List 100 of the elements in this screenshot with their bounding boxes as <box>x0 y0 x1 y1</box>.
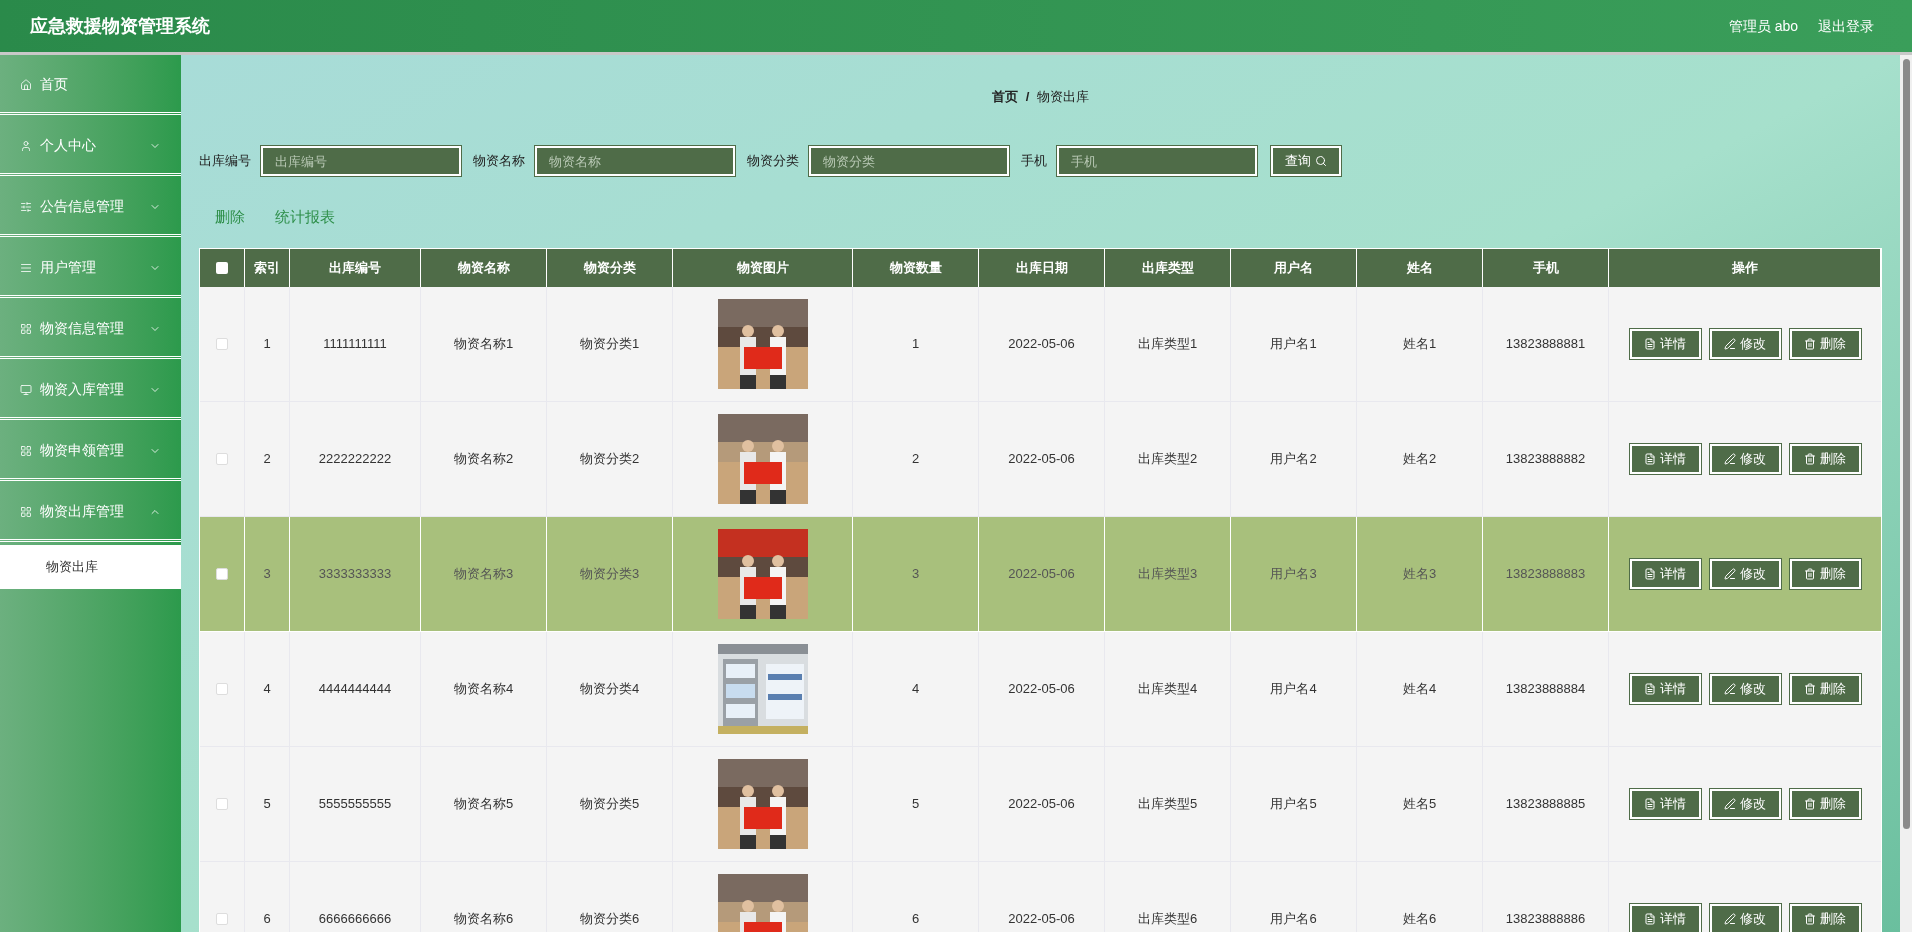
breadcrumb-item: 物资出库 <box>1037 88 1090 107</box>
table-cell-text: 物资名称6 <box>453 910 514 929</box>
sidebar-label: 公告信息管理 <box>40 197 125 216</box>
row-checkbox[interactable] <box>216 798 228 810</box>
table-cell-text: 出库类型5 <box>1137 795 1198 814</box>
table-cell-text: 6 <box>911 910 920 929</box>
header-checkbox[interactable] <box>216 262 228 274</box>
row-action-button[interactable]: 详情 <box>1629 904 1701 932</box>
table-cell-text: 2022-05-06 <box>1008 680 1075 699</box>
row-action-button[interactable]: 修改 <box>1709 904 1781 932</box>
table-cell-text: 6 <box>263 910 271 929</box>
breadcrumb-item[interactable]: 首页 <box>991 87 1018 107</box>
document-icon <box>1644 913 1656 925</box>
trash-icon <box>1804 798 1816 810</box>
document-icon <box>1644 798 1656 810</box>
table-cell-text: 3333333333 <box>318 565 392 584</box>
sidebar-label: 物资信息管理 <box>40 319 125 338</box>
row-checkbox[interactable] <box>216 568 228 580</box>
pen-icon <box>1724 568 1736 580</box>
sidebar-label: 物资入库管理 <box>40 380 125 399</box>
table-cell-text: 1111111111 <box>323 335 387 354</box>
table-cell-text: 用户名3 <box>1270 565 1317 584</box>
table-cell-text: 13823888886 <box>1505 910 1586 929</box>
row-action-button[interactable]: 详情 <box>1629 674 1701 704</box>
table-cell-text: 用户名5 <box>1270 795 1317 814</box>
sidebar-label: 物资申领管理 <box>40 441 125 460</box>
trash-icon <box>1804 683 1816 695</box>
table-cell-text: 4 <box>911 680 920 699</box>
table-cell-text: 1 <box>263 335 271 354</box>
row-action-button[interactable]: 删除 <box>1789 789 1861 819</box>
table-cell-text: 姓名1 <box>1402 335 1437 354</box>
table-cell-text: 物资分类6 <box>579 910 640 929</box>
search-field[interactable]: 手机 <box>1057 146 1257 176</box>
search-field[interactable]: 物资名称 <box>535 146 735 176</box>
search-field[interactable]: 出库编号 <box>261 146 461 176</box>
document-icon <box>1644 338 1656 350</box>
table-cell-text: 2022-05-06 <box>1008 795 1075 814</box>
table-cell-text: 5 <box>911 795 920 814</box>
table-cell-text: 出库类型3 <box>1137 565 1198 584</box>
row-action-button[interactable]: 修改 <box>1709 329 1781 359</box>
row-action-button[interactable]: 删除 <box>1789 559 1861 589</box>
document-icon <box>1644 453 1656 465</box>
row-action-button[interactable]: 详情 <box>1629 329 1701 359</box>
sidebar-label: 物资出库管理 <box>40 502 125 521</box>
row-action-button[interactable]: 修改 <box>1709 674 1781 704</box>
table-cell-text: 2022-05-06 <box>1008 910 1075 929</box>
table-cell-text: 13823888885 <box>1505 795 1586 814</box>
row-action-button[interactable]: 删除 <box>1789 904 1861 932</box>
pen-icon <box>1724 453 1736 465</box>
app-title: 应急救援物资管理系统 <box>30 14 211 38</box>
table-cell-text: 物资名称5 <box>453 795 514 814</box>
row-action-button[interactable]: 删除 <box>1789 329 1861 359</box>
table-cell-text: 出库类型6 <box>1137 910 1198 929</box>
row-action-button[interactable]: 删除 <box>1789 674 1861 704</box>
sidebar-label: 个人中心 <box>40 136 97 155</box>
table-cell-text: 出库类型1 <box>1137 335 1198 354</box>
field-label: 出库编号 <box>199 152 251 171</box>
table-cell-text: 1 <box>911 335 920 354</box>
table-cell-text: 2222222222 <box>318 450 392 469</box>
table-cell-text: 物资名称3 <box>453 565 514 584</box>
row-checkbox[interactable] <box>216 683 228 695</box>
row-action-button[interactable]: 删除 <box>1789 444 1861 474</box>
table-cell-text: 物资分类1 <box>579 335 640 354</box>
table-cell-text: 物资分类3 <box>579 565 640 584</box>
row-checkbox[interactable] <box>216 453 228 465</box>
row-action-button[interactable]: 详情 <box>1629 559 1701 589</box>
table-cell-text: 4444444444 <box>318 680 392 699</box>
table-row[interactable]: 4 4444444444 物资名称4 物资分类4 4 2022-05-06 出库类型4 用户名4 姓名4 13823888884 详情 修改 删除 <box>200 632 1881 747</box>
user-icon <box>20 139 32 152</box>
row-checkbox[interactable] <box>216 338 228 350</box>
table-cell-text: 2022-05-06 <box>1008 450 1075 469</box>
table-cell-text: 5555555555 <box>318 795 392 814</box>
search-button[interactable]: 查询 <box>1271 146 1341 176</box>
search-field[interactable]: 物资分类 <box>809 146 1009 176</box>
table-cell-text: 用户名4 <box>1270 680 1317 699</box>
table-row[interactable]: 2 2222222222 物资名称2 物资分类2 2 2022-05-06 出库类型2 用户名2 姓名2 13823888882 详情 修改 删除 <box>200 402 1881 517</box>
row-action-button[interactable]: 修改 <box>1709 559 1781 589</box>
table-row[interactable]: 1 1111111111 物资名称1 物资分类1 1 2022-05-06 出库类型1 用户名1 姓名1 13823888881 详情 修改 删除 <box>200 287 1881 402</box>
sidebar-subitem[interactable]: 物资出库 <box>0 545 181 589</box>
table-cell-text: 13823888884 <box>1505 680 1586 699</box>
table-row[interactable]: 3 3333333333 物资名称3 物资分类3 3 2022-05-06 出库类型3 用户名3 姓名3 13823888883 详情 修改 删除 <box>200 517 1881 632</box>
user-label: 管理员 abo <box>1728 16 1798 36</box>
table-cell-text: 姓名3 <box>1402 565 1437 584</box>
row-action-button[interactable]: 详情 <box>1629 789 1701 819</box>
table-cell-text: 13823888883 <box>1505 565 1586 584</box>
table-cell-text: 物资名称2 <box>453 450 514 469</box>
breadcrumb-separator: / <box>1025 88 1030 107</box>
row-checkbox[interactable] <box>216 913 228 925</box>
table-cell-text: 2022-05-06 <box>1008 565 1075 584</box>
row-action-button[interactable]: 详情 <box>1629 444 1701 474</box>
table-cell-text: 姓名4 <box>1402 680 1437 699</box>
table-cell-text: 6666666666 <box>318 910 392 929</box>
row-action-button[interactable]: 修改 <box>1709 789 1781 819</box>
table-cell-text: 出库类型2 <box>1137 450 1198 469</box>
logout-link[interactable]: 退出登录 <box>1818 15 1874 37</box>
row-action-button[interactable]: 修改 <box>1709 444 1781 474</box>
table-cell-text: 姓名2 <box>1402 450 1437 469</box>
pen-icon <box>1724 338 1736 350</box>
table-row[interactable]: 5 5555555555 物资名称5 物资分类5 5 2022-05-06 出库类型5 用户名5 姓名5 13823888885 详情 修改 删除 <box>200 747 1881 862</box>
search-icon <box>1315 155 1327 167</box>
